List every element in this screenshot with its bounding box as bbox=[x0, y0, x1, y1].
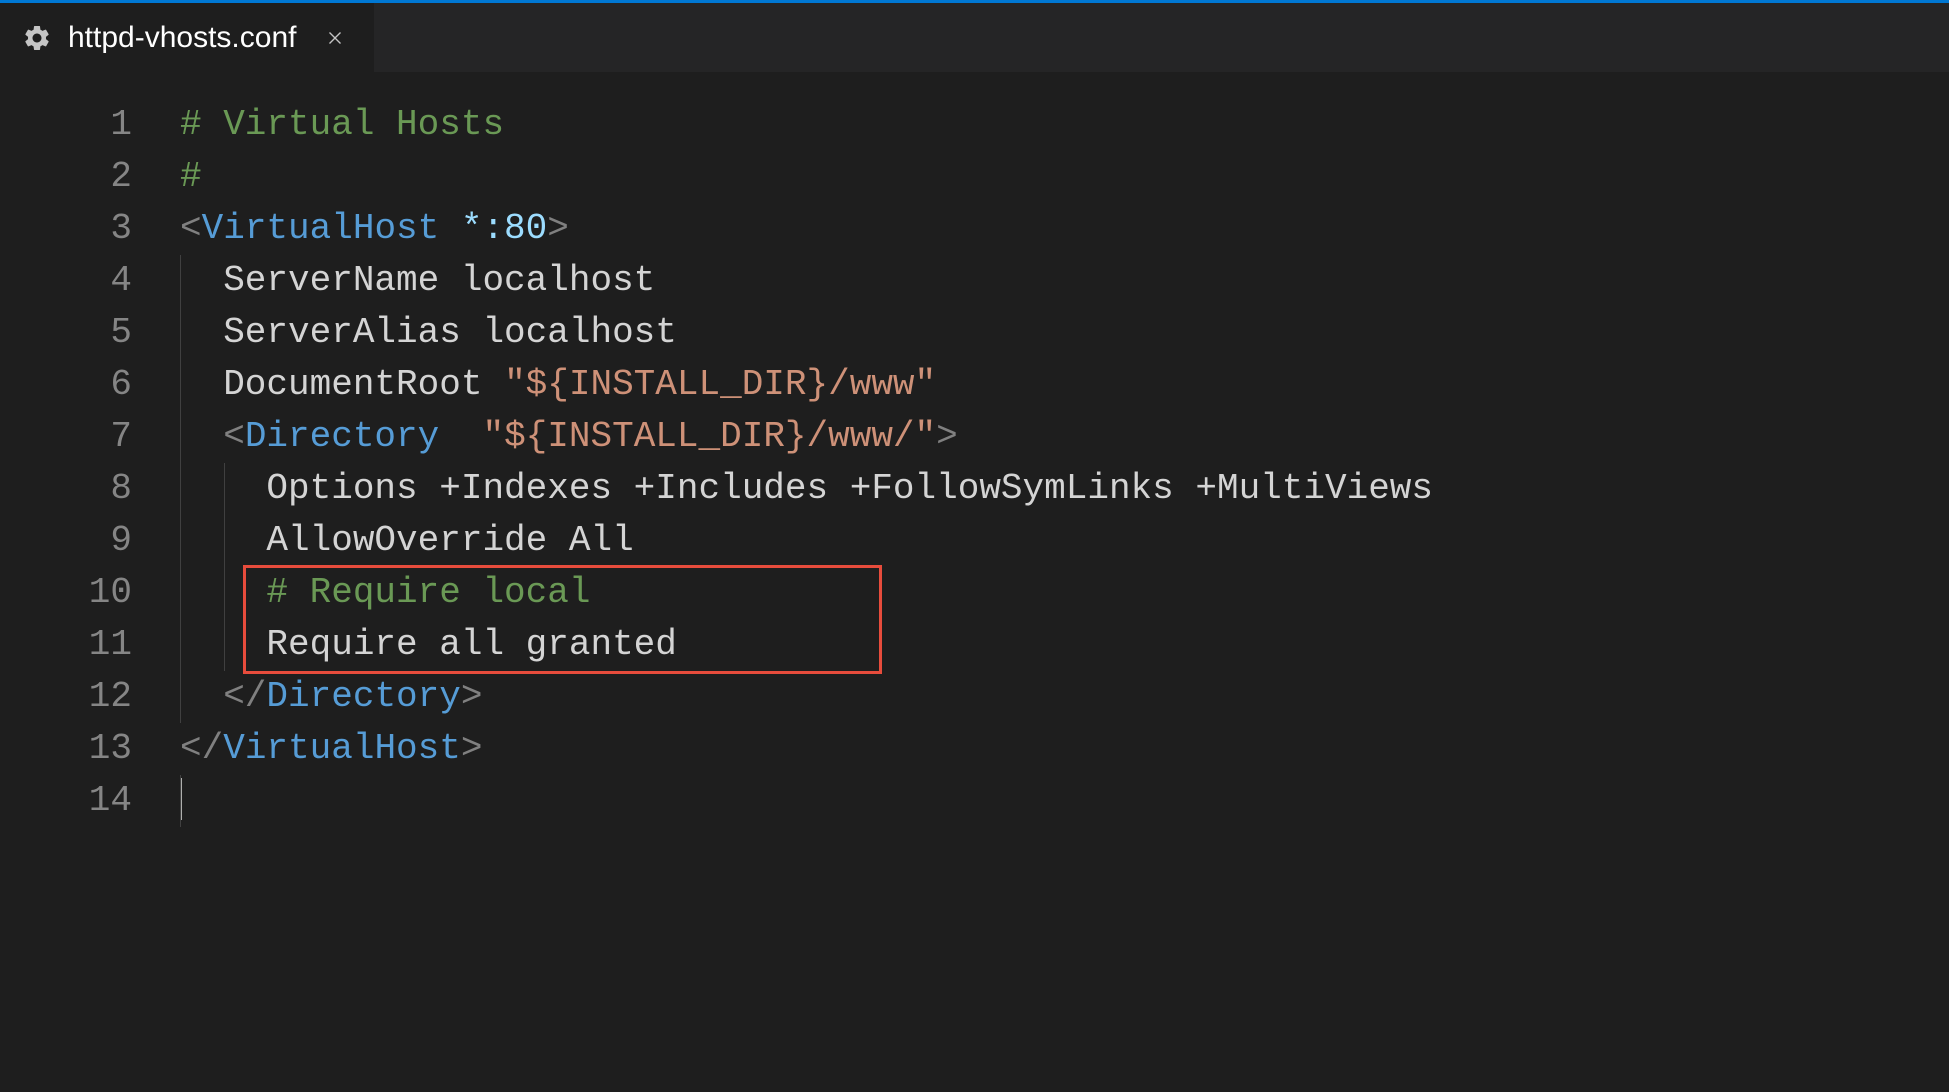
code-line-5[interactable]: ServerAlias localhost bbox=[180, 307, 1949, 359]
close-icon[interactable] bbox=[324, 27, 346, 49]
line-number: 10 bbox=[0, 567, 132, 619]
code-editor[interactable]: 1 2 3 4 5 6 7 8 9 10 11 12 13 14 # Virtu… bbox=[0, 73, 1949, 827]
code-line-13[interactable]: </VirtualHost> bbox=[180, 723, 1949, 775]
code-line-2[interactable]: # bbox=[180, 151, 1949, 203]
code-line-11[interactable]: Require all granted bbox=[180, 619, 1949, 671]
line-number: 12 bbox=[0, 671, 132, 723]
code-line-10[interactable]: # Require local bbox=[180, 567, 1949, 619]
code-line-14[interactable] bbox=[180, 775, 1949, 827]
code-line-1[interactable]: # Virtual Hosts bbox=[180, 99, 1949, 151]
code-line-8[interactable]: Options +Indexes +Includes +FollowSymLin… bbox=[180, 463, 1949, 515]
line-number: 9 bbox=[0, 515, 132, 567]
line-number: 7 bbox=[0, 411, 132, 463]
line-gutter: 1 2 3 4 5 6 7 8 9 10 11 12 13 14 bbox=[0, 99, 180, 827]
line-number: 11 bbox=[0, 619, 132, 671]
code-line-9[interactable]: AllowOverride All bbox=[180, 515, 1949, 567]
code-line-3[interactable]: <VirtualHost *:80> bbox=[180, 203, 1949, 255]
line-number: 14 bbox=[0, 775, 132, 827]
code-line-4[interactable]: ServerName localhost bbox=[180, 255, 1949, 307]
line-number: 6 bbox=[0, 359, 132, 411]
code-line-6[interactable]: DocumentRoot "${INSTALL_DIR}/www" bbox=[180, 359, 1949, 411]
code-line-7[interactable]: <Directory "${INSTALL_DIR}/www/"> bbox=[180, 411, 1949, 463]
tab-filename: httpd-vhosts.conf bbox=[68, 21, 296, 55]
line-number: 2 bbox=[0, 151, 132, 203]
line-number: 5 bbox=[0, 307, 132, 359]
code-area[interactable]: # Virtual Hosts # <VirtualHost *:80> Ser… bbox=[180, 99, 1949, 827]
line-number: 4 bbox=[0, 255, 132, 307]
tab-bar: httpd-vhosts.conf bbox=[0, 3, 1949, 73]
tab-active[interactable]: httpd-vhosts.conf bbox=[0, 3, 375, 72]
line-number: 8 bbox=[0, 463, 132, 515]
line-number: 1 bbox=[0, 99, 132, 151]
code-line-12[interactable]: </Directory> bbox=[180, 671, 1949, 723]
line-number: 3 bbox=[0, 203, 132, 255]
line-number: 13 bbox=[0, 723, 132, 775]
gear-icon bbox=[22, 23, 52, 53]
